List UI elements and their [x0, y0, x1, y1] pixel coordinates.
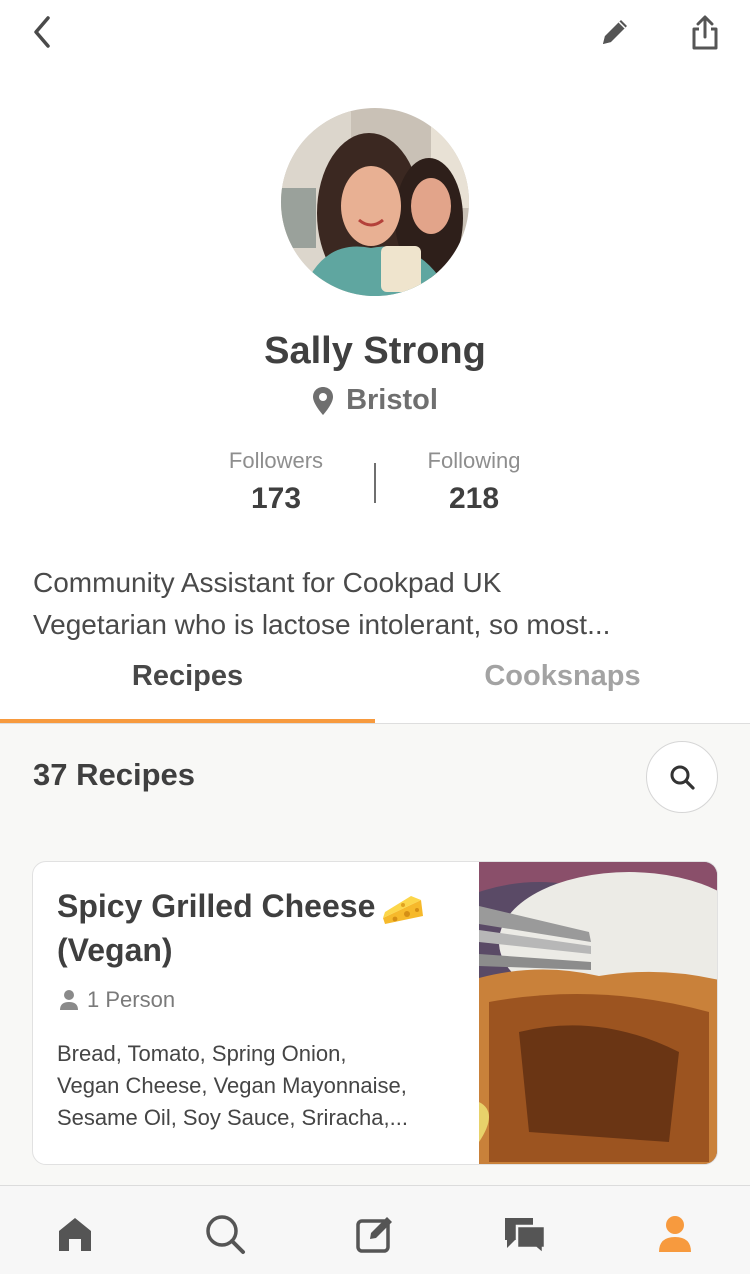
profile-bio[interactable]: Community Assistant for Cookpad UK Veget…	[33, 562, 723, 646]
share-icon	[692, 15, 718, 50]
recipe-servings: 1 Person	[59, 987, 175, 1013]
home-icon	[59, 1218, 91, 1251]
nav-compose[interactable]	[353, 1212, 397, 1256]
edit-profile-button[interactable]	[592, 10, 638, 54]
profile-location: Bristol	[0, 384, 750, 417]
back-icon	[34, 16, 50, 48]
tab-cooksnaps[interactable]: Cooksnaps	[375, 660, 750, 693]
compose-icon	[356, 1217, 392, 1253]
recipe-title-text: Spicy Grilled Cheese	[57, 888, 376, 924]
followers-label: Followers	[228, 448, 324, 473]
nav-home[interactable]	[53, 1212, 97, 1256]
search-icon	[206, 1215, 245, 1254]
ingredients-line: Bread, Tomato, Spring Onion,	[57, 1041, 347, 1066]
nav-profile[interactable]	[653, 1212, 697, 1256]
bottom-nav	[0, 1185, 750, 1274]
profile-icon	[659, 1216, 691, 1252]
following-count: 218	[448, 482, 500, 515]
profile-name: Sally Strong	[264, 330, 486, 372]
avatar-photo	[281, 108, 469, 296]
nav-search[interactable]	[203, 1212, 247, 1256]
recipe-title-line: Spicy Grilled Cheese	[57, 884, 457, 928]
person-icon	[60, 990, 78, 1010]
pencil-icon	[603, 20, 627, 44]
back-button[interactable]	[22, 10, 62, 54]
recipe-photo	[479, 862, 717, 1164]
followers-count: 173	[250, 482, 302, 515]
following-stat[interactable]: Following 218	[374, 448, 574, 516]
recipe-card[interactable]: Spicy Grilled Cheese (Vegan) 1 Person Br…	[32, 861, 718, 1165]
search-icon	[670, 765, 695, 790]
ingredients-line: Sesame Oil, Soy Sauce, Sriracha,...	[57, 1105, 408, 1130]
bio-line: Community Assistant for Cookpad UK	[33, 567, 502, 598]
following-label: Following	[427, 448, 521, 473]
nav-messages[interactable]	[503, 1212, 547, 1256]
recipes-count: 37 Recipes	[33, 757, 195, 792]
search-recipes-button[interactable]	[646, 741, 718, 813]
tabs-divider	[0, 723, 750, 724]
avatar[interactable]	[281, 108, 469, 296]
recipe-ingredients: Bread, Tomato, Spring Onion, Vegan Chees…	[57, 1038, 467, 1134]
top-bar	[0, 0, 750, 70]
chat-icon	[505, 1218, 547, 1254]
servings-text: 1 Person	[87, 987, 176, 1012]
share-button[interactable]	[682, 10, 728, 56]
location-text: Bristol	[346, 384, 438, 416]
cheese-icon	[383, 895, 424, 924]
followers-stat[interactable]: Followers 173	[176, 448, 376, 516]
map-pin-icon	[313, 386, 334, 415]
ingredients-line: Vegan Cheese, Vegan Mayonnaise,	[57, 1073, 407, 1098]
recipe-title-line: (Vegan)	[57, 932, 173, 968]
bio-line: Vegetarian who is lactose intolerant, so…	[33, 609, 611, 640]
tab-recipes[interactable]: Recipes	[0, 660, 375, 693]
recipe-title: Spicy Grilled Cheese (Vegan)	[57, 884, 457, 972]
